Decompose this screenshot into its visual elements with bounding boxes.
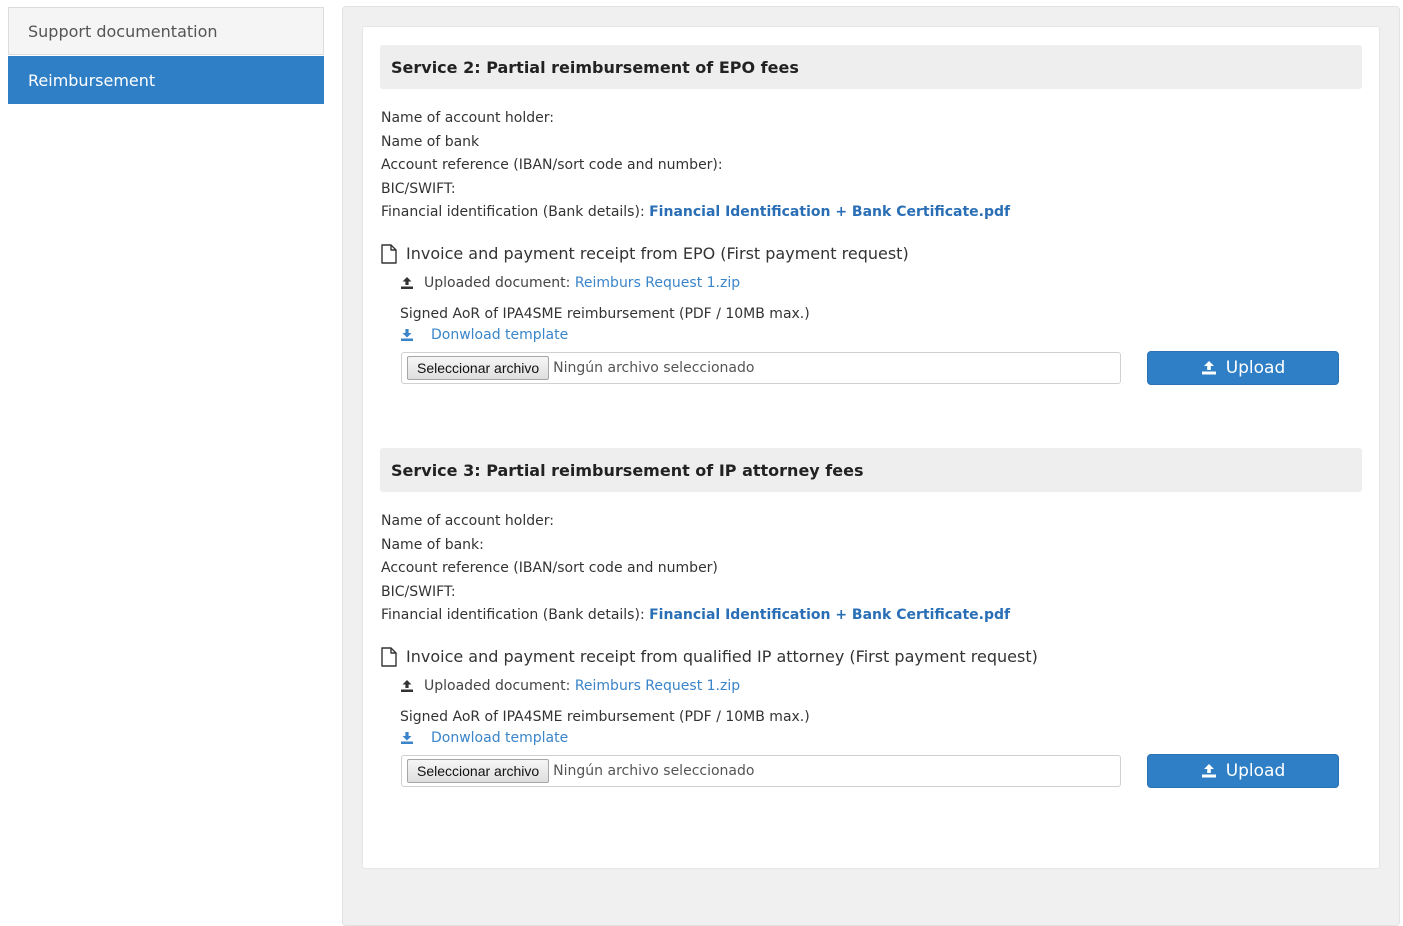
- service-title: Service 3: Partial reimbursement of IP a…: [380, 448, 1362, 492]
- file-status-text: Ningún archivo seleccionado: [553, 762, 755, 779]
- financial-identification-label: Financial identification (Bank details):: [381, 204, 645, 220]
- choose-file-button[interactable]: Seleccionar archivo: [407, 355, 550, 380]
- uploaded-document-link[interactable]: Reimburs Request 1.zip: [575, 275, 740, 291]
- signed-aor-label: Signed AoR of IPA4SME reimbursement (PDF…: [400, 305, 810, 322]
- document-title: Invoice and payment receipt from qualifi…: [406, 647, 1038, 666]
- file-input[interactable]: Seleccionar archivo Ningún archivo selec…: [401, 754, 1121, 787]
- bic-swift-row: BIC/SWIFT:: [381, 581, 1362, 605]
- bank-name-label: Name of bank:: [381, 536, 484, 553]
- file-input[interactable]: Seleccionar archivo Ningún archivo selec…: [401, 351, 1121, 384]
- upload-button[interactable]: Upload: [1147, 753, 1339, 788]
- sidebar-item-label: Reimbursement: [28, 70, 156, 90]
- financial-identification-link[interactable]: Financial Identification + Bank Certific…: [649, 204, 1010, 220]
- download-template-link[interactable]: Donwload template: [400, 727, 1362, 749]
- upload-icon: [1201, 360, 1216, 374]
- service-section-epo: Service 2: Partial reimbursement of EPO …: [380, 45, 1362, 386]
- document-heading: Invoice and payment receipt from qualifi…: [380, 645, 1362, 669]
- account-holder-row: Name of account holder:: [381, 107, 1362, 131]
- bank-details: Name of account holder: Name of bank Acc…: [380, 107, 1362, 225]
- bic-swift-row: BIC/SWIFT:: [381, 178, 1362, 202]
- upload-icon: [401, 276, 413, 289]
- financial-identification-label: Financial identification (Bank details):: [381, 607, 645, 623]
- uploaded-document-label: Uploaded document:: [424, 274, 571, 291]
- bank-name-row: Name of bank: [381, 131, 1362, 155]
- download-template-label: Donwload template: [431, 729, 569, 746]
- download-icon: [401, 328, 413, 341]
- account-reference-row: Account reference (IBAN/sort code and nu…: [381, 557, 1362, 581]
- upload-row: Seleccionar archivo Ningún archivo selec…: [401, 753, 1362, 789]
- upload-button-label: Upload: [1225, 357, 1286, 378]
- upload-button[interactable]: Upload: [1147, 350, 1339, 385]
- uploaded-document-label: Uploaded document:: [424, 677, 571, 694]
- account-holder-label: Name of account holder:: [381, 513, 554, 529]
- file-outline-icon: [381, 646, 397, 667]
- download-template-link[interactable]: Donwload template: [400, 324, 1362, 346]
- bank-details: Name of account holder: Name of bank: Ac…: [380, 510, 1362, 628]
- document-title: Invoice and payment receipt from EPO (Fi…: [406, 244, 909, 263]
- uploaded-document-link[interactable]: Reimburs Request 1.zip: [575, 678, 740, 694]
- file-status-text: Ningún archivo seleccionado: [553, 359, 755, 376]
- bank-name-row: Name of bank:: [381, 534, 1362, 558]
- sidebar-item-support-documentation[interactable]: Support documentation: [8, 7, 324, 55]
- financial-identification-link[interactable]: Financial Identification + Bank Certific…: [649, 607, 1010, 623]
- bic-swift-label: BIC/SWIFT:: [381, 583, 456, 600]
- signed-aor-label: Signed AoR of IPA4SME reimbursement (PDF…: [400, 708, 810, 725]
- upload-row: Seleccionar archivo Ningún archivo selec…: [401, 350, 1362, 386]
- account-reference-row: Account reference (IBAN/sort code and nu…: [381, 154, 1362, 178]
- sidebar-item-reimbursement[interactable]: Reimbursement: [8, 56, 324, 104]
- download-icon: [401, 731, 413, 744]
- service-title: Service 2: Partial reimbursement of EPO …: [380, 45, 1362, 89]
- choose-file-button[interactable]: Seleccionar archivo: [407, 758, 550, 783]
- bank-name-label: Name of bank: [381, 133, 480, 150]
- download-template-label: Donwload template: [431, 326, 569, 343]
- uploaded-document-row: Uploaded document: Reimburs Request 1.zi…: [400, 272, 1362, 294]
- account-holder-row: Name of account holder:: [381, 510, 1362, 534]
- upload-icon: [401, 679, 413, 692]
- account-reference-label: Account reference (IBAN/sort code and nu…: [381, 157, 723, 173]
- bic-swift-label: BIC/SWIFT:: [381, 180, 456, 197]
- upload-button-label: Upload: [1225, 760, 1286, 781]
- account-reference-label: Account reference (IBAN/sort code and nu…: [381, 560, 718, 576]
- service-section-ip-attorney: Service 3: Partial reimbursement of IP a…: [380, 448, 1362, 789]
- redacted-value: [558, 110, 629, 126]
- financial-identification-row: Financial identification (Bank details):…: [381, 201, 1362, 225]
- sidebar-nav: Support documentation Reimbursement: [8, 7, 324, 104]
- sidebar-item-label: Support documentation: [28, 21, 218, 41]
- financial-identification-row: Financial identification (Bank details):…: [381, 604, 1362, 628]
- uploaded-document-row: Uploaded document: Reimburs Request 1.zi…: [400, 675, 1362, 697]
- file-outline-icon: [381, 243, 397, 264]
- document-heading: Invoice and payment receipt from EPO (Fi…: [380, 242, 1362, 266]
- upload-icon: [1201, 763, 1216, 777]
- account-holder-label: Name of account holder:: [381, 110, 554, 126]
